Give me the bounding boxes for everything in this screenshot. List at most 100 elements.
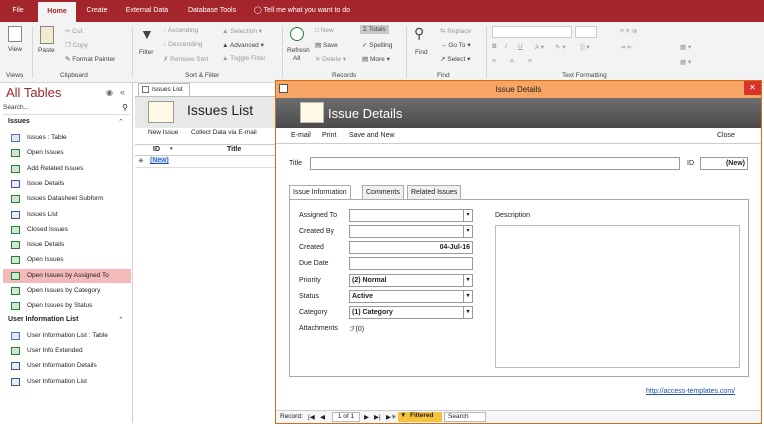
font-size-box[interactable] xyxy=(575,26,597,38)
record-position-field[interactable]: 1 of 1 xyxy=(332,412,360,422)
email-link[interactable]: E-mail xyxy=(291,132,311,139)
nav-item[interactable]: User Information List xyxy=(3,375,131,389)
attachments-field[interactable]: ℱ(0) xyxy=(350,325,364,333)
funnel-icon[interactable]: ▼ xyxy=(140,26,154,42)
highlight-icon[interactable]: ✎ ▾ xyxy=(555,43,566,51)
remove-sort-button[interactable]: ✗ Remove Sort xyxy=(163,55,208,63)
align-left-icon[interactable]: ≡ xyxy=(492,58,496,65)
select-button[interactable]: ↗ Select ▾ xyxy=(440,55,470,63)
nav-item[interactable]: Issue Details xyxy=(3,177,131,191)
collapse-section-icon[interactable]: ⌃ xyxy=(118,316,124,324)
chevron-down-icon[interactable]: ▾ xyxy=(463,307,472,318)
go-to-button[interactable]: → Go To ▾ xyxy=(440,41,471,49)
created-by-combo[interactable]: ▾ xyxy=(349,225,473,238)
nav-item[interactable]: Issues : Table xyxy=(3,131,131,145)
chevron-down-icon[interactable]: ▾ xyxy=(463,226,472,237)
font-color-icon[interactable]: A ▾ xyxy=(535,43,544,51)
bold-button[interactable]: B xyxy=(492,43,497,50)
align-right-icon[interactable]: ≡ xyxy=(528,58,532,65)
new-record-id[interactable]: (New) xyxy=(150,157,169,164)
description-field[interactable] xyxy=(495,225,740,368)
status-combo[interactable]: Active ▾ xyxy=(349,290,473,303)
tab-create[interactable]: Create xyxy=(80,0,114,22)
format-painter-button[interactable]: ✎ Format Painter xyxy=(65,55,115,63)
cut-button[interactable]: ✂ Cut xyxy=(65,27,82,35)
paste-icon[interactable] xyxy=(40,26,54,44)
view-icon[interactable] xyxy=(8,26,22,42)
tab-issues-list[interactable]: Issues List xyxy=(138,83,190,96)
nav-item[interactable]: User Info Extended xyxy=(3,344,131,358)
nav-item[interactable]: Issues List xyxy=(3,208,131,222)
tab-home[interactable]: Home xyxy=(38,2,76,22)
close-icon[interactable]: ✕ xyxy=(744,81,761,95)
delete-record-button[interactable]: ✕ Delete ▾ xyxy=(315,55,346,63)
next-record-icon[interactable]: ▶ xyxy=(364,413,369,421)
created-field[interactable]: 04-Jul-16 xyxy=(349,241,473,254)
refresh-all-button[interactable]: Refresh xyxy=(287,47,310,54)
nav-section-header[interactable]: User Information List xyxy=(8,316,78,323)
alt-row-color-icon[interactable]: ▦ ▾ xyxy=(680,58,691,66)
category-combo[interactable]: (1) Category ▾ xyxy=(349,306,473,319)
nav-dropdown-icon[interactable]: ◉ xyxy=(106,88,113,97)
align-center-icon[interactable]: ≡ xyxy=(510,58,514,65)
priority-combo[interactable]: (2) Normal ▾ xyxy=(349,274,473,287)
close-link[interactable]: Close xyxy=(717,132,735,139)
italic-button[interactable]: I xyxy=(505,43,507,50)
refresh-icon[interactable] xyxy=(290,27,304,41)
indent-icon[interactable]: ⇥ ⇤ xyxy=(620,43,633,51)
nav-item[interactable]: Closed Issues xyxy=(3,223,131,237)
view-button[interactable]: View xyxy=(8,46,22,53)
descending-button[interactable]: ↓ Descending xyxy=(163,41,202,48)
column-header-id[interactable]: ID xyxy=(153,146,160,153)
nav-section-header[interactable]: Issues xyxy=(8,118,30,125)
nav-item[interactable]: User Information Details xyxy=(3,359,131,373)
print-link[interactable]: Print xyxy=(322,132,336,139)
underline-button[interactable]: U xyxy=(518,43,523,50)
ascending-button[interactable]: ↑ Ascending xyxy=(163,27,198,34)
collapse-nav-icon[interactable]: « xyxy=(120,87,125,97)
nav-item[interactable]: Open Issues by Assigned To xyxy=(3,268,131,283)
due-date-field[interactable] xyxy=(349,257,473,270)
tab-file[interactable]: File xyxy=(4,0,32,22)
nav-pane-title[interactable]: All Tables xyxy=(6,85,61,100)
find-button[interactable]: Find xyxy=(415,49,428,56)
font-name-box[interactable] xyxy=(492,26,572,38)
list-icon[interactable]: ≡ ≡ ⇉ xyxy=(620,27,637,35)
nav-item[interactable]: Open Issues by Category xyxy=(3,284,131,298)
toggle-filter-button[interactable]: ▲ Toggle Filter xyxy=(222,55,266,62)
chevron-down-icon[interactable]: ▾ xyxy=(463,210,472,221)
nav-item[interactable]: Open Issues xyxy=(3,146,131,160)
title-field[interactable] xyxy=(310,157,680,170)
filter-button[interactable]: Filter xyxy=(139,49,153,56)
nav-item[interactable]: Add Related Issues xyxy=(3,162,131,176)
nav-item[interactable]: User Information List : Table xyxy=(3,329,131,343)
find-icon[interactable]: ⚲ xyxy=(414,25,424,42)
column-header-title[interactable]: Title xyxy=(227,146,241,153)
chevron-down-icon[interactable]: ▾ xyxy=(463,275,472,286)
nav-item[interactable]: Issues Datasheet Subform xyxy=(3,192,131,206)
collapse-section-icon[interactable]: ⌃ xyxy=(118,118,124,126)
filtered-button[interactable]: ▼ Filtered xyxy=(398,412,442,422)
new-blank-record-icon[interactable]: ▶✳ xyxy=(386,413,396,421)
collect-data-link[interactable]: Collect Data via E-mail xyxy=(191,129,257,136)
selection-button[interactable]: ▲ Selection ▾ xyxy=(222,27,262,35)
totals-button[interactable]: Σ Totals xyxy=(360,25,389,34)
last-record-icon[interactable]: ▶| xyxy=(374,413,381,421)
new-issue-link[interactable]: New Issue xyxy=(148,129,178,136)
advanced-button[interactable]: ▲ Advanced ▾ xyxy=(222,41,264,49)
tab-issue-information[interactable]: Issue Information xyxy=(289,185,351,200)
gridlines-icon[interactable]: ▦ ▾ xyxy=(680,43,691,51)
shading-icon[interactable]: ▒ ▾ xyxy=(580,43,590,51)
save-record-button[interactable]: ▤ Save xyxy=(315,41,338,49)
tab-database-tools[interactable]: Database Tools xyxy=(180,0,244,22)
nav-item[interactable]: Issue Details xyxy=(3,238,131,252)
tab-comments[interactable]: Comments xyxy=(362,185,404,200)
table-row[interactable]: ✳ (New) xyxy=(135,156,275,168)
new-record-button[interactable]: □ New xyxy=(315,27,334,34)
record-search-box[interactable]: Search xyxy=(444,412,486,422)
sort-dropdown-icon[interactable]: ▾ xyxy=(170,146,173,152)
nav-item[interactable]: Open Issues by Status xyxy=(3,299,131,313)
replace-button[interactable]: ⇆ Replace xyxy=(440,27,471,35)
copy-button[interactable]: ❐ Copy xyxy=(65,41,88,49)
save-and-new-link[interactable]: Save and New xyxy=(349,132,395,139)
